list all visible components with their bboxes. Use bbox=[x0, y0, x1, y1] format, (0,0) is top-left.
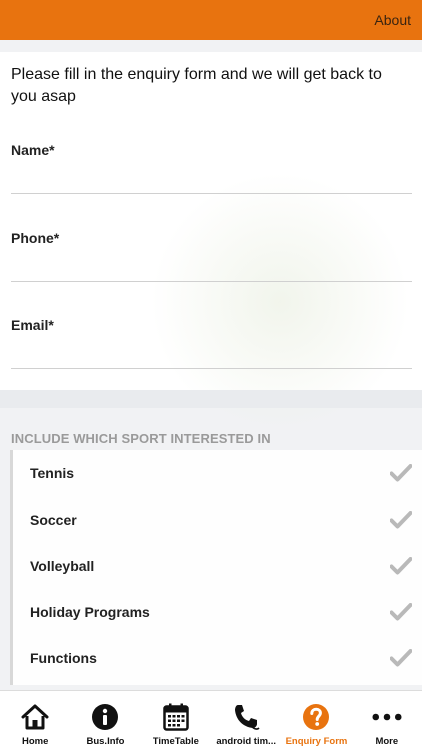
tab-timetable[interactable]: TimeTable bbox=[141, 691, 211, 750]
question-icon bbox=[301, 703, 331, 731]
calendar-icon bbox=[161, 703, 191, 731]
tab-more[interactable]: More bbox=[352, 691, 422, 750]
email-label: Email* bbox=[11, 317, 54, 333]
checkmark-icon bbox=[390, 649, 412, 667]
name-input[interactable] bbox=[11, 166, 412, 194]
checkmark-icon bbox=[390, 464, 412, 482]
sport-option-soccer[interactable]: Soccer bbox=[13, 497, 422, 543]
tab-label: Home bbox=[21, 736, 49, 747]
sports-section-title: INCLUDE WHICH SPORT INTERESTED IN bbox=[11, 431, 271, 446]
checkmark-icon bbox=[390, 511, 412, 529]
enquiry-form: Please fill in the enquiry form and we w… bbox=[0, 52, 422, 432]
phone-input[interactable] bbox=[11, 254, 412, 282]
sport-option-tennis[interactable]: Tennis bbox=[13, 450, 422, 496]
sport-option-volleyball[interactable]: Volleyball bbox=[13, 543, 422, 589]
phone-icon bbox=[231, 703, 261, 731]
name-field-group: Name* bbox=[11, 142, 412, 194]
sport-option-label: Holiday Programs bbox=[30, 604, 150, 620]
tab-label: android tim... bbox=[216, 736, 276, 747]
sport-option-label: Soccer bbox=[30, 512, 77, 528]
sport-option-label: Tennis bbox=[30, 465, 75, 481]
tab-bus-info[interactable]: Bus.Info bbox=[70, 691, 140, 750]
sport-options-list: Tennis Soccer Volleyball Holiday Program… bbox=[10, 450, 422, 685]
tab-home[interactable]: Home bbox=[0, 691, 70, 750]
tab-label: Bus.Info bbox=[86, 736, 125, 747]
sport-option-label: Functions bbox=[30, 650, 97, 666]
email-input[interactable] bbox=[11, 341, 412, 369]
section-divider bbox=[0, 390, 422, 408]
phone-field-group: Phone* bbox=[11, 230, 412, 282]
more-dots-icon bbox=[372, 703, 402, 731]
form-intro-text: Please fill in the enquiry form and we w… bbox=[11, 66, 382, 105]
tab-android-timetable[interactable]: android tim... bbox=[211, 691, 281, 750]
tab-label: More bbox=[375, 736, 399, 747]
sport-option-holiday-programs[interactable]: Holiday Programs bbox=[13, 589, 422, 635]
home-icon bbox=[20, 703, 50, 731]
tab-enquiry-form[interactable]: Enquiry Form bbox=[281, 691, 351, 750]
checkmark-icon bbox=[390, 557, 412, 575]
bottom-tab-bar: Home Bus.Info TimeTable android tim... E… bbox=[0, 690, 422, 750]
top-header: About bbox=[0, 0, 422, 40]
name-label: Name* bbox=[11, 142, 55, 158]
email-field-group: Email* bbox=[11, 317, 412, 369]
info-icon bbox=[90, 703, 120, 731]
tab-label: Enquiry Form bbox=[285, 736, 348, 747]
sport-option-functions[interactable]: Functions bbox=[13, 635, 422, 681]
about-link[interactable]: About bbox=[374, 12, 411, 28]
checkmark-icon bbox=[390, 603, 412, 621]
phone-label: Phone* bbox=[11, 230, 60, 246]
tab-label: TimeTable bbox=[152, 736, 199, 747]
sport-option-label: Volleyball bbox=[30, 558, 95, 574]
